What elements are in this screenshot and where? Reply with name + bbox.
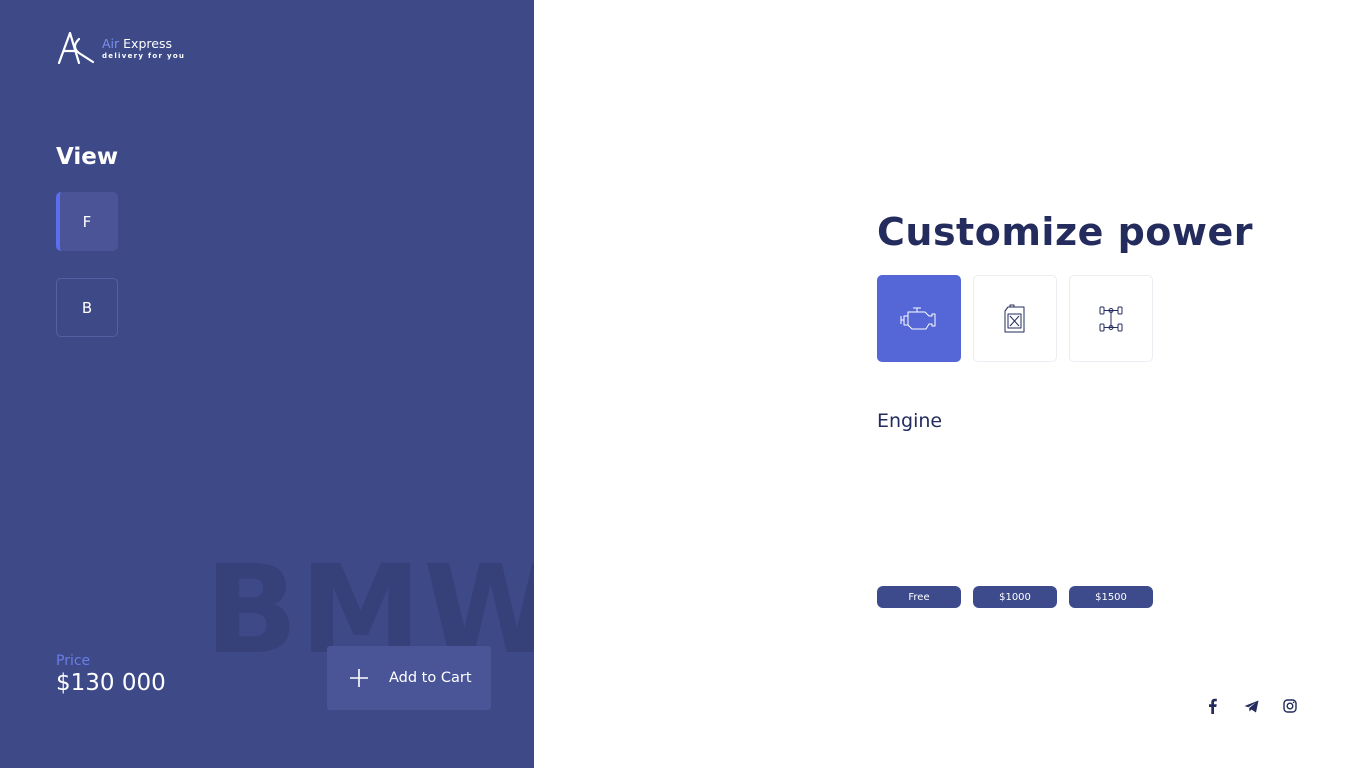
option-chassis[interactable]: [1069, 275, 1153, 362]
option-fuel[interactable]: [973, 275, 1057, 362]
price-option-1000[interactable]: $1000: [973, 586, 1057, 608]
logo-text: Air Express delivery for you: [102, 37, 185, 61]
instagram-link[interactable]: [1280, 697, 1300, 715]
option-engine[interactable]: [877, 275, 961, 362]
fuel-canister-icon: [1004, 304, 1025, 332]
logo-title: Air Express: [102, 37, 185, 51]
chassis-icon: [1099, 306, 1123, 331]
view-title: View: [56, 144, 119, 170]
logo-mark-icon: [57, 31, 95, 65]
view-back-button[interactable]: B: [56, 278, 118, 337]
telegram-icon: [1244, 700, 1258, 712]
section-label: Engine: [877, 410, 943, 432]
instagram-icon: [1283, 699, 1297, 713]
add-to-cart-button[interactable]: Add to Cart: [327, 646, 491, 710]
facebook-link[interactable]: [1202, 697, 1222, 715]
add-to-cart-label: Add to Cart: [389, 670, 472, 686]
engine-icon: [900, 307, 936, 329]
facebook-icon: [1208, 698, 1217, 714]
brand-logo[interactable]: Air Express delivery for you: [57, 31, 185, 65]
logo-tagline: delivery for you: [102, 52, 186, 60]
price-value: $130 000: [56, 670, 166, 696]
logo-title-rest: Express: [123, 36, 172, 51]
logo-title-accent: Air: [102, 36, 120, 51]
price-option-free[interactable]: Free: [877, 586, 961, 608]
sidebar-panel: Air Express delivery for you View F B BM…: [0, 0, 534, 768]
page-title: Customize power: [877, 210, 1253, 254]
price-option-1500[interactable]: $1500: [1069, 586, 1153, 608]
telegram-link[interactable]: [1241, 697, 1261, 715]
plus-icon: [350, 669, 368, 687]
view-front-button[interactable]: F: [56, 192, 118, 251]
price-label: Price: [56, 653, 91, 669]
